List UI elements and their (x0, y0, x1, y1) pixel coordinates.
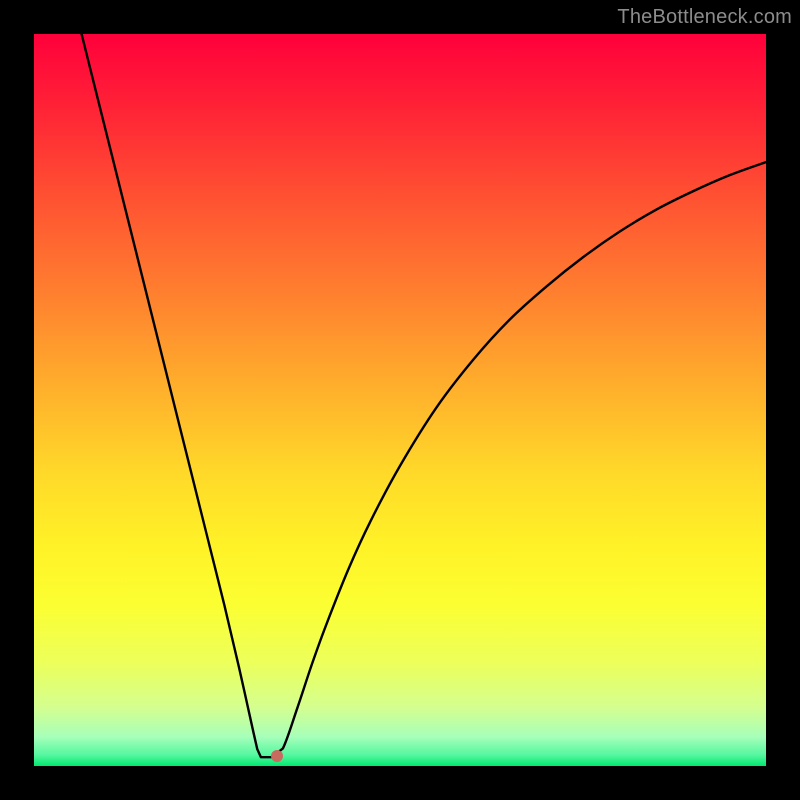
minimum-marker (271, 750, 283, 762)
watermark-text: TheBottleneck.com (617, 6, 792, 29)
chart-background (34, 34, 766, 766)
chart-frame (34, 34, 766, 766)
